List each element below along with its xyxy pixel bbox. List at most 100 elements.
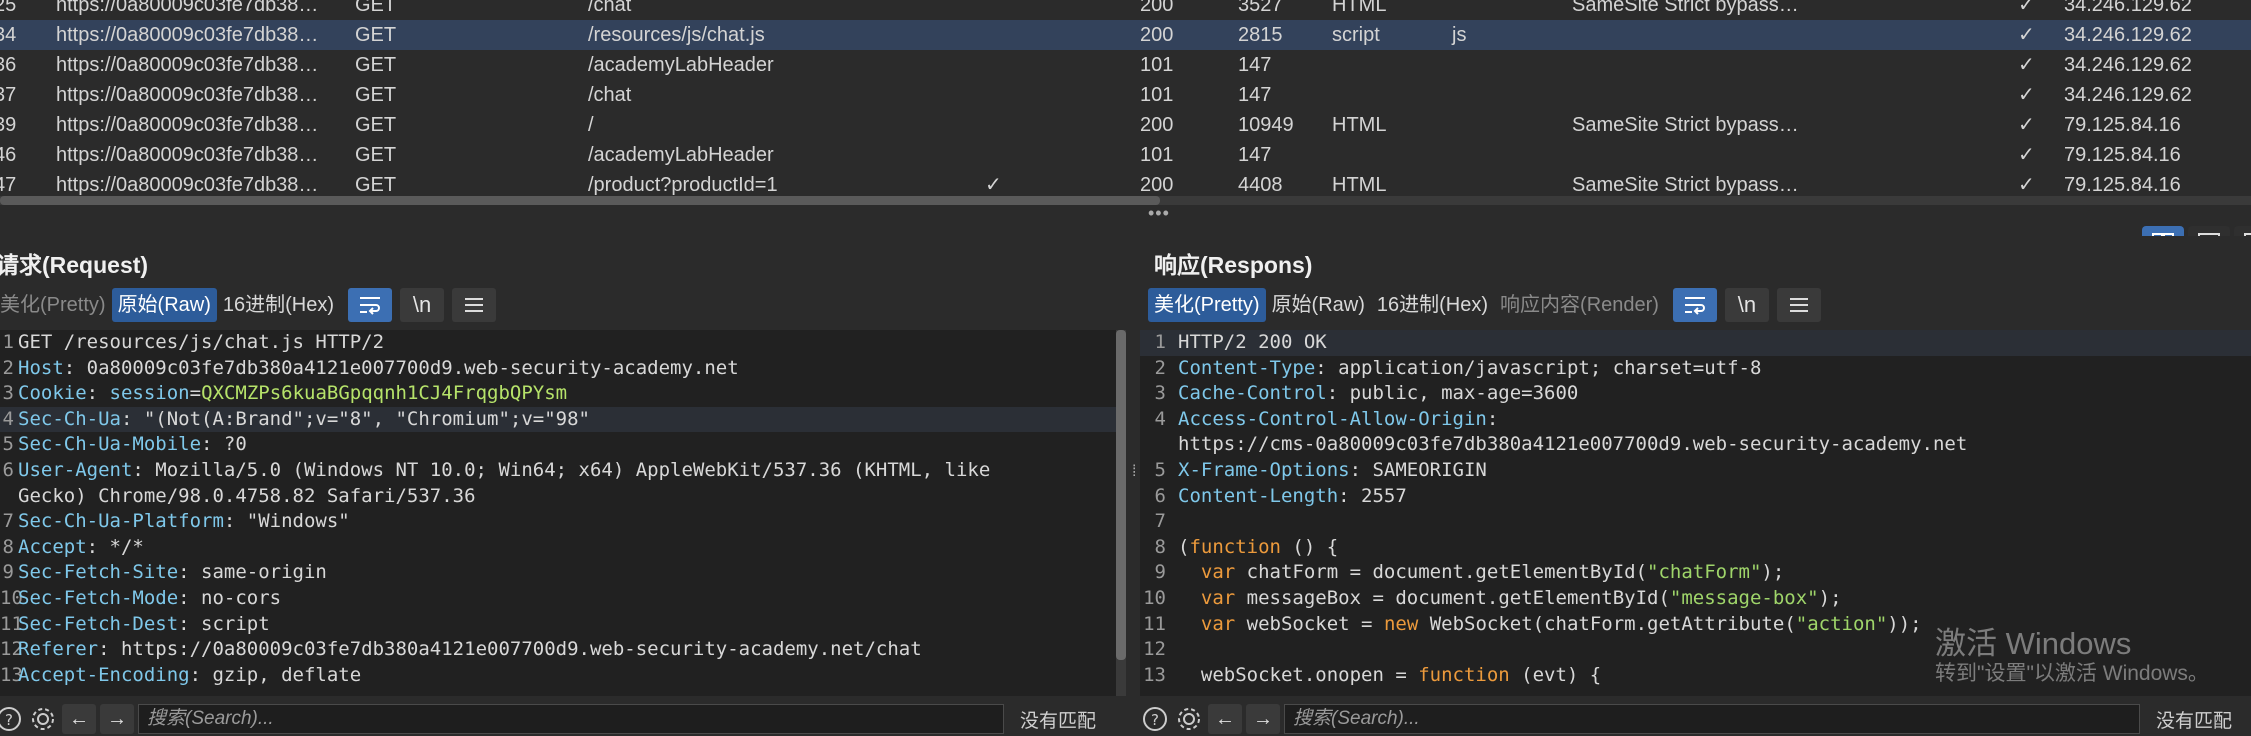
row-status: 200 xyxy=(1140,24,1174,46)
history-row[interactable]: 34 https://0a80009c03fe7db38… GET/resource… xyxy=(0,20,2251,50)
row-host: https://0a80009c03fe7db38… xyxy=(56,174,319,196)
help-icon[interactable]: ? xyxy=(1140,704,1170,734)
row-ip: 79.125.84.16 xyxy=(2064,114,2181,136)
tab-response-raw[interactable]: 原始(Raw) xyxy=(1266,288,1371,322)
code-line: 7 Sec-Ch-Ua-Platform: "Windows" xyxy=(0,509,1116,535)
response-search-input[interactable] xyxy=(1284,704,2140,734)
token: : public, max-age=3600 xyxy=(1326,382,1579,405)
token: Sec-Ch-Ua-Platform xyxy=(18,510,224,533)
tab-request-hex[interactable]: 16进制(Hex) xyxy=(217,288,340,322)
line-text: GET /resources/js/chat.js HTTP/2 xyxy=(18,330,384,356)
token: Cookie xyxy=(18,382,87,405)
history-row[interactable]: 39 https://0a80009c03fe7db38… GET / 200 10949… xyxy=(0,110,2251,140)
line-text: Content-Type: application/javascript; ch… xyxy=(1178,356,1761,382)
search-previous-button[interactable]: ← xyxy=(62,704,96,734)
proxy-history-table: 25https://0a80009c03fe7db38…GET/chat2003… xyxy=(0,0,2251,196)
history-row[interactable]: 46 https://0a80009c03fe7db38… GET/academyL… xyxy=(0,140,2251,170)
search-previous-button[interactable]: ← xyxy=(1208,704,1242,734)
menu-button[interactable] xyxy=(1776,288,1821,322)
token: "chatForm" xyxy=(1647,561,1762,584)
token: = xyxy=(189,382,202,405)
line-number: 1 xyxy=(2,331,14,353)
request-editor[interactable]: 1 GET /resources/js/chat.js HTTP/2 2 Host: … xyxy=(0,330,1116,696)
history-row[interactable]: 47 https://0a80009c03fe7db38… GET/product?… xyxy=(0,170,2251,196)
settings-gear-icon[interactable] xyxy=(28,704,58,734)
token: : ?0 xyxy=(201,433,247,456)
row-number: 39 xyxy=(0,114,17,136)
line-number: 2 xyxy=(1154,356,1166,379)
history-row[interactable]: 25 https://0a80009c03fe7db38… GET/chat 200 3… xyxy=(0,0,2251,20)
word-wrap-button[interactable] xyxy=(348,288,393,322)
token: : application/javascript; charset=utf-8 xyxy=(1315,356,1762,379)
help-icon[interactable]: ? xyxy=(0,704,24,734)
line-number: 8 xyxy=(1154,535,1166,558)
code-line: 9 var chatForm = document.getElementById… xyxy=(1140,560,2251,586)
code-line: Gecko) Chrome/98.0.4758.82 Safari/537.36 xyxy=(0,484,1116,510)
tab-response-hex[interactable]: 16进制(Hex) xyxy=(1371,288,1494,322)
search-next-button[interactable]: → xyxy=(100,704,134,734)
hamburger-icon xyxy=(465,298,484,312)
settings-gear-icon[interactable] xyxy=(1174,704,1204,734)
line-text: Access-Control-Allow-Origin: xyxy=(1178,407,1498,433)
row-mime-type: HTML xyxy=(1332,174,1387,196)
scrollbar-thumb[interactable] xyxy=(1116,330,1126,660)
history-scrollbar-thumb[interactable] xyxy=(0,196,1160,205)
token: var xyxy=(1200,586,1236,609)
row-url: /academyLabHeader xyxy=(588,54,774,76)
token: : "Windows" xyxy=(223,510,350,533)
token: WebSocket(chatForm.getAttribute( xyxy=(1418,612,1796,635)
token: webSocket.onopen = xyxy=(1178,663,1419,686)
line-number: 2 xyxy=(2,356,14,379)
row-length: 4408 xyxy=(1238,174,1283,196)
token: GET /resources/js/chat.js HTTP/2 xyxy=(18,331,385,353)
token: : SAMEORIGIN xyxy=(1349,458,1487,481)
wrap-icon xyxy=(360,297,381,315)
show-newlines-button[interactable]: \n xyxy=(1724,288,1769,322)
show-newlines-button[interactable]: \n xyxy=(400,288,445,322)
code-line: 9 Sec-Fetch-Site: same-origin xyxy=(0,560,1116,586)
line-number: 7 xyxy=(2,510,14,533)
row-number: 25 xyxy=(0,0,17,16)
code-line: 12 Referer: https://0a80009c03fe7db380a41… xyxy=(0,637,1116,663)
tab-response-render[interactable]: 响应内容(Render) xyxy=(1494,288,1665,322)
tab-request-raw[interactable]: 原始(Raw) xyxy=(111,288,217,322)
token: : Mozilla/5.0 (Windows NT 10.0; Win64; x… xyxy=(132,458,991,481)
request-search-input[interactable] xyxy=(138,704,1004,734)
search-next-button[interactable]: → xyxy=(1246,704,1280,734)
token: : xyxy=(86,382,110,405)
token: "action" xyxy=(1795,612,1888,635)
line-number: 10 xyxy=(0,586,23,609)
word-wrap-button[interactable] xyxy=(1672,288,1717,322)
token: Sec-Fetch-Dest xyxy=(18,612,179,635)
token: Content-Length xyxy=(1178,484,1339,507)
line-number: 13 xyxy=(1143,663,1166,686)
row-status: 200 xyxy=(1140,174,1174,196)
line-number: 5 xyxy=(1154,458,1166,481)
token: Sec-Ch-Ua-Mobile xyxy=(18,433,202,456)
svg-text:?: ? xyxy=(1151,711,1159,729)
history-row[interactable]: 36 https://0a80009c03fe7db38… GET/academyL… xyxy=(0,50,2251,80)
tab-response-pretty[interactable]: 美化(Pretty) xyxy=(1148,288,1266,322)
tab-request-pretty[interactable]: 美化(Pretty) xyxy=(0,288,112,322)
row-tls-check: ✓ xyxy=(2018,114,2035,136)
token: Content-Type xyxy=(1178,356,1316,379)
token: "message-box" xyxy=(1669,586,1819,609)
code-line: 7 xyxy=(1140,509,2251,535)
code-line: 13 Accept-Encoding: gzip, deflate xyxy=(0,663,1116,689)
request-editor-scrollbar[interactable] xyxy=(1116,330,1126,696)
line-text: Sec-Fetch-Mode: no-cors xyxy=(18,586,281,612)
row-url: /academyLabHeader xyxy=(588,144,774,166)
response-match-count: 没有匹配 xyxy=(2156,710,2233,732)
row-length: 147 xyxy=(1238,54,1272,76)
request-search-bar: ? ← → 没有匹配 xyxy=(0,702,1096,736)
code-line: 2 Host: 0a80009c03fe7db380a4121e007700d9.… xyxy=(0,356,1116,382)
row-method: GET xyxy=(355,144,397,166)
row-page-title: SameSite Strict bypass… xyxy=(1572,114,1799,136)
token: function xyxy=(1189,535,1281,558)
pane-resize-handle[interactable]: ••• xyxy=(1148,203,1170,224)
token: : script xyxy=(178,612,270,635)
windows-activation-watermark-hint: 转到"设置"以激活 Windows。 xyxy=(1935,662,2209,685)
menu-button[interactable] xyxy=(452,288,497,322)
history-row[interactable]: 37 https://0a80009c03fe7db38… GET/chat 101 1… xyxy=(0,80,2251,110)
token: chatForm = document.getElementById( xyxy=(1235,561,1648,584)
